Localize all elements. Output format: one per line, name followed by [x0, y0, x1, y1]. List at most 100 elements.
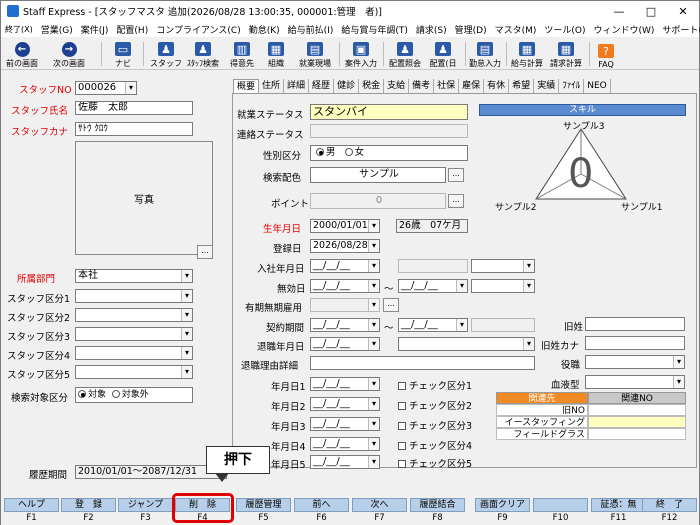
status-field[interactable]: スタンバイ — [310, 104, 468, 120]
invalid-to[interactable]: __/__/__ — [398, 279, 468, 293]
maximize-button[interactable]: □ — [637, 1, 665, 21]
menu-master[interactable]: マスタ(M) — [491, 23, 541, 36]
class3-select[interactable] — [75, 327, 193, 341]
staff-button[interactable]: ♟ スタッフ — [150, 39, 182, 69]
menu-advance[interactable]: 給与前払(I) — [284, 23, 338, 36]
case-entry-button[interactable]: ▣ 案件入力 — [343, 39, 379, 69]
menu-placement[interactable]: 配置(H) — [112, 23, 152, 36]
date1-field[interactable]: __/__/__ — [310, 377, 380, 391]
menu-tools[interactable]: ツール(O) — [540, 23, 589, 36]
female-radio[interactable] — [344, 148, 353, 156]
menu-admin[interactable]: 管理(D) — [451, 23, 491, 36]
date3-field[interactable]: __/__/__ — [310, 417, 380, 431]
close-button[interactable]: ✕ — [669, 1, 697, 21]
class2-select[interactable] — [75, 308, 193, 322]
relation-row-value[interactable] — [588, 428, 686, 440]
menu-payroll[interactable]: 給与賞与年調(T) — [337, 23, 412, 36]
site-button[interactable]: ▤ 就業現場 — [295, 39, 335, 69]
menu-sales[interactable]: 営業(G) — [37, 23, 77, 36]
menu-attendance[interactable]: 勤怠(K) — [245, 23, 284, 36]
staff-kana-input[interactable]: ｻﾄｳ ｸﾛｳ — [75, 122, 193, 136]
fkey-exit[interactable]: 終 了 — [642, 498, 697, 512]
tab-preference[interactable]: 希望 — [509, 79, 535, 93]
fkey-register[interactable]: 登 録 — [61, 498, 116, 512]
search-on-radio[interactable] — [78, 390, 86, 398]
tab-neo[interactable]: NEO — [584, 79, 611, 93]
tab-career[interactable]: 経歴 — [309, 79, 335, 93]
fkey-next[interactable]: 次へ — [352, 498, 407, 512]
photo-browse-button[interactable]: ... — [197, 245, 213, 259]
relation-row-value[interactable] — [588, 416, 686, 428]
menu-exit[interactable]: 終了(X) — [1, 24, 37, 35]
tab-overview[interactable]: 概要 — [233, 79, 260, 93]
fkey-prev[interactable]: 前へ — [294, 498, 349, 512]
tab-social-insurance[interactable]: 社保 — [434, 79, 460, 93]
tab-paid-leave[interactable]: 有休 — [484, 79, 510, 93]
blood-select[interactable] — [585, 375, 685, 389]
check2-box[interactable] — [398, 402, 406, 410]
class4-select[interactable] — [75, 346, 193, 360]
placement-day-button[interactable]: ♟ 配置(日 — [425, 39, 461, 69]
fkey-history-manage[interactable]: 履歴管理 — [236, 498, 291, 512]
check3[interactable]: チェック区分3 — [398, 418, 472, 432]
tab-notes[interactable]: 備考 — [409, 79, 435, 93]
forward-button[interactable]: → 次の画面 — [49, 39, 89, 69]
check5-box[interactable] — [398, 460, 406, 468]
date4-field[interactable]: __/__/__ — [310, 437, 380, 451]
check5[interactable]: チェック区分5 — [398, 456, 472, 470]
tab-employment-insurance[interactable]: 雇保 — [459, 79, 485, 93]
staff-search-button[interactable]: ♟ ｽﾀｯﾌ検索 — [185, 39, 221, 69]
class5-select[interactable] — [75, 365, 193, 379]
check4-box[interactable] — [398, 442, 406, 450]
invalid-from[interactable]: __/__/__ — [310, 279, 380, 293]
retire-reason-input[interactable] — [310, 356, 535, 370]
point-button[interactable]: ... — [448, 194, 464, 208]
tab-tax[interactable]: 税金 — [359, 79, 385, 93]
placement-query-button[interactable]: ♟ 配置照会 — [387, 39, 423, 69]
tab-health[interactable]: 健診 — [334, 79, 360, 93]
fkey-f10[interactable] — [533, 498, 588, 512]
indef-button[interactable]: ... — [383, 298, 399, 312]
menu-case[interactable]: 案件(J) — [77, 23, 113, 36]
male-radio[interactable] — [316, 148, 325, 156]
tab-address[interactable]: 住所 — [259, 79, 285, 93]
attendance-button[interactable]: ▤ 勤怠入力 — [467, 39, 503, 69]
dept-select[interactable]: 本社 — [75, 269, 193, 283]
check1[interactable]: チェック区分1 — [398, 378, 472, 392]
minimize-button[interactable]: — — [605, 1, 633, 21]
old-name-input[interactable] — [585, 317, 685, 331]
check2[interactable]: チェック区分2 — [398, 398, 472, 412]
back-button[interactable]: ← 前の画面 — [3, 39, 41, 69]
menu-support[interactable]: サポート(H) — [658, 23, 700, 36]
check4[interactable]: チェック区分4 — [398, 438, 472, 452]
fkey-evidence[interactable]: 証憑：無 — [591, 498, 646, 512]
invalid-reason-select[interactable] — [471, 279, 535, 293]
tab-detail[interactable]: 詳細 — [284, 79, 310, 93]
retire-date[interactable]: __/__/__ — [310, 337, 380, 351]
date5-field[interactable]: __/__/__ — [310, 455, 380, 469]
faq-button[interactable]: ? FAQ — [594, 39, 618, 69]
old-kana-input[interactable] — [585, 336, 685, 350]
org-button[interactable]: ▦ 組織 — [263, 39, 289, 69]
hire-date[interactable]: __/__/__ — [310, 259, 380, 273]
fkey-jump[interactable]: ジャンプ — [118, 498, 173, 512]
reg-date[interactable]: 2026/08/28 — [310, 239, 380, 253]
photo-area[interactable]: 写真 — [75, 141, 213, 255]
check3-box[interactable] — [398, 422, 406, 430]
birth-date[interactable]: 2000/01/01 — [310, 219, 380, 233]
menu-billing[interactable]: 請求(S) — [412, 23, 451, 36]
menu-compliance[interactable]: コンプライアンス(C) — [152, 23, 245, 36]
pay-calc-button[interactable]: ▦ 給与計算 — [509, 39, 545, 69]
relation-row-value[interactable] — [588, 404, 686, 416]
tab-payment[interactable]: 支給 — [384, 79, 410, 93]
contract-from[interactable]: __/__/__ — [310, 318, 380, 332]
navi-button[interactable]: ▭ ナビ — [109, 39, 137, 69]
menu-window[interactable]: ウィンドウ(W) — [589, 23, 658, 36]
role-select[interactable] — [585, 355, 685, 369]
fkey-clear[interactable]: 画面クリア — [475, 498, 530, 512]
retire-reason-select[interactable] — [398, 337, 535, 351]
search-off-radio[interactable] — [111, 390, 120, 398]
staff-no-select[interactable]: 000026 — [75, 81, 137, 95]
class1-select[interactable] — [75, 289, 193, 303]
staff-name-input[interactable]: 佐藤 太郎 — [75, 101, 193, 115]
